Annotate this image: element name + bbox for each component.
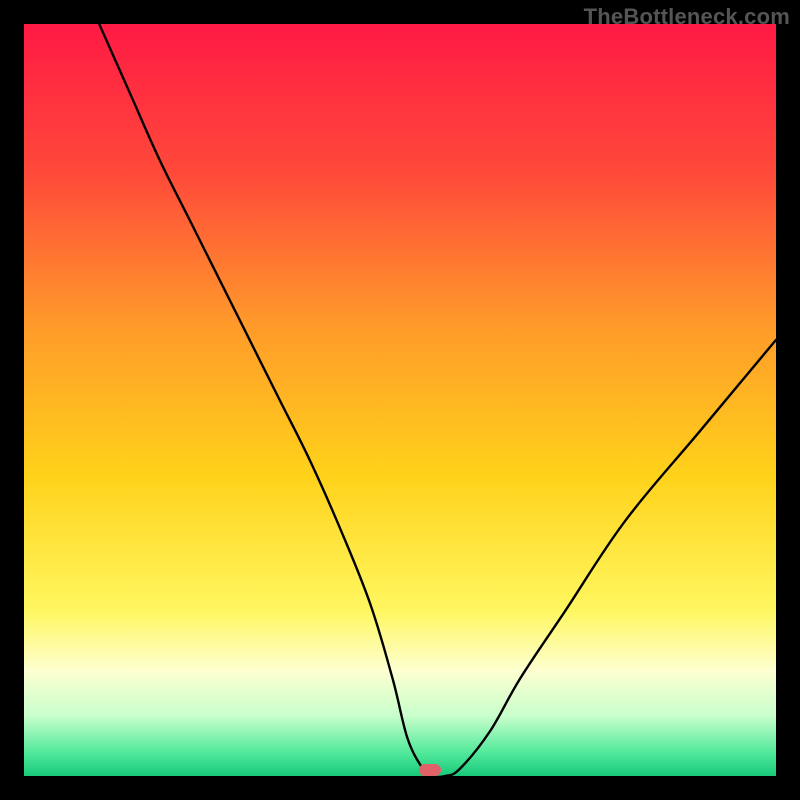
gradient-rect [24,24,776,776]
plot-svg [24,24,776,776]
watermark-text: TheBottleneck.com [584,4,790,30]
optimal-marker [419,764,441,776]
plot-area [24,24,776,776]
chart-frame: TheBottleneck.com [0,0,800,800]
